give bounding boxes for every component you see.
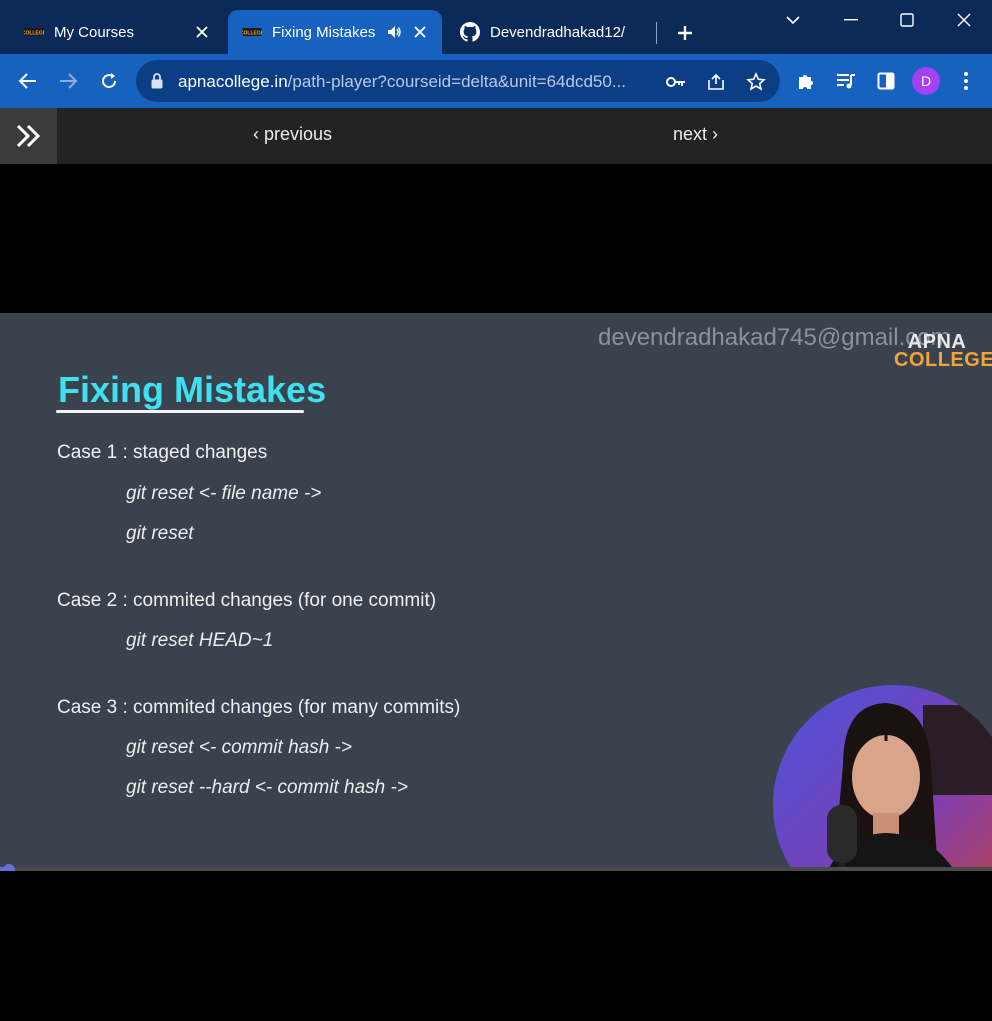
case-heading: Case 2 : commited changes (for one commi… xyxy=(57,590,437,611)
next-label: next xyxy=(673,124,708,144)
tab-fixing-mistakes[interactable]: COLLEGE Fixing Mistakes xyxy=(228,10,442,54)
previous-label: previous xyxy=(264,124,333,144)
apna-college-favicon: COLLEGE xyxy=(242,25,262,39)
case-heading: Case 1 : staged changes xyxy=(57,442,268,463)
video-letterbox-bottom[interactable] xyxy=(0,871,992,1021)
close-tab-icon[interactable] xyxy=(410,22,430,42)
url-domain: apnacollege.in xyxy=(178,72,288,91)
case-heading: Case 3 : commited changes (for many comm… xyxy=(57,697,461,718)
apna-college-logo: APNA COLLEGE xyxy=(894,332,992,371)
command-text: git reset <- file name -> xyxy=(126,483,322,504)
profile-avatar[interactable]: D xyxy=(912,67,940,95)
url-path: /path-player?courseid=delta&unit=64dcd50… xyxy=(287,72,627,91)
forward-button[interactable] xyxy=(54,67,82,95)
maximize-button[interactable] xyxy=(893,8,921,32)
command-text: git reset HEAD~1 xyxy=(126,630,274,651)
back-button[interactable] xyxy=(14,67,42,95)
github-icon xyxy=(460,22,480,42)
tab-label: Fixing Mistakes xyxy=(272,23,376,41)
reload-button[interactable] xyxy=(95,67,123,95)
speaker-icon[interactable] xyxy=(386,24,402,44)
slide-title: Fixing Mistakes xyxy=(58,369,327,410)
key-icon[interactable] xyxy=(664,70,688,94)
next-link[interactable]: next › xyxy=(673,124,718,145)
apna-college-favicon: COLLEGE xyxy=(24,25,44,39)
logo-line2: COLLEGE xyxy=(894,349,992,371)
video-letterbox-top[interactable] xyxy=(0,164,992,313)
command-text: git reset xyxy=(126,523,194,544)
course-navbar: ‹ previous next › xyxy=(0,108,992,164)
lock-icon[interactable] xyxy=(150,72,164,95)
close-tab-icon[interactable] xyxy=(192,22,212,42)
double-chevron-right-icon xyxy=(16,124,40,148)
command-text: git reset --hard <- commit hash -> xyxy=(126,777,408,798)
media-control-icon[interactable] xyxy=(832,67,860,95)
bookmark-star-icon[interactable] xyxy=(744,70,768,94)
url-text[interactable]: apnacollege.in/path-player?courseid=delt… xyxy=(178,72,626,92)
chevron-right-icon: › xyxy=(712,124,719,144)
extensions-puzzle-icon[interactable] xyxy=(792,67,820,95)
address-bar[interactable]: apnacollege.in/path-player?courseid=delt… xyxy=(136,60,780,102)
share-icon[interactable] xyxy=(704,70,728,94)
side-panel-icon[interactable] xyxy=(872,67,900,95)
tab-my-courses[interactable]: COLLEGE My Courses xyxy=(10,10,224,54)
command-text: git reset <- commit hash -> xyxy=(126,737,352,758)
sidebar-toggle-button[interactable] xyxy=(0,108,57,164)
new-tab-button[interactable] xyxy=(672,20,698,46)
svg-text:COLLEGE: COLLEGE xyxy=(24,31,44,37)
svg-text:COLLEGE: COLLEGE xyxy=(242,31,262,37)
browser-tabstrip: COLLEGE My Courses COLLEGE Fixing Mistak… xyxy=(0,0,992,54)
video-slide[interactable]: devendradhakad745@gmail.com APNA COLLEGE… xyxy=(0,313,992,870)
presenter-webcam xyxy=(773,685,992,870)
tab-separator xyxy=(656,22,657,44)
title-underline xyxy=(56,410,304,413)
tab-label: Devendradhakad12/ xyxy=(490,23,626,41)
more-menu-icon[interactable] xyxy=(952,67,980,95)
previous-link[interactable]: ‹ previous xyxy=(253,124,332,145)
tab-label: My Courses xyxy=(54,23,135,41)
browser-toolbar: apnacollege.in/path-player?courseid=delt… xyxy=(0,54,992,108)
tab-search-chevron-icon[interactable] xyxy=(779,8,807,32)
minimize-button[interactable] xyxy=(837,8,865,32)
chevron-left-icon: ‹ xyxy=(253,124,259,144)
close-window-button[interactable] xyxy=(950,8,978,32)
tab-github[interactable]: Devendradhakad12/ xyxy=(446,10,646,54)
